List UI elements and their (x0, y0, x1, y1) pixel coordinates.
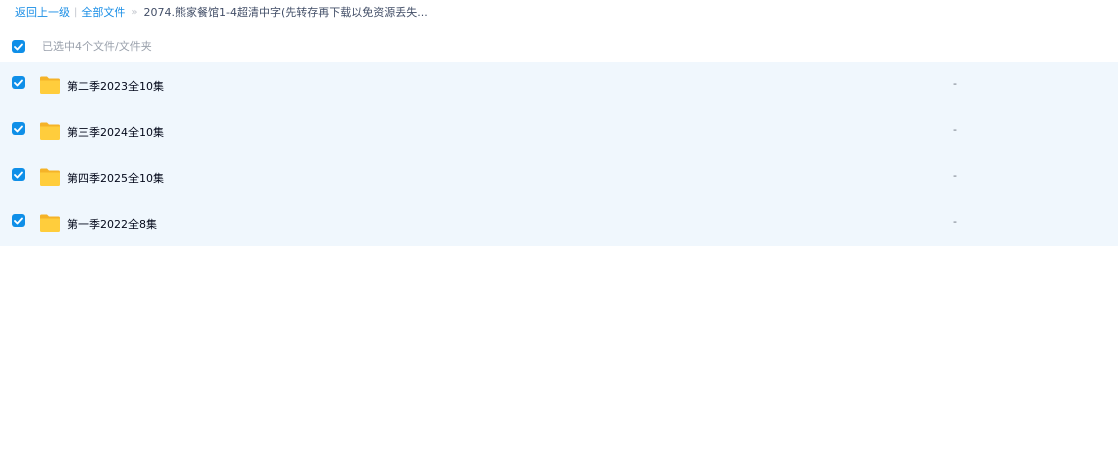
file-name[interactable]: 第三季2024全10集 (67, 124, 164, 140)
row-checkbox[interactable] (12, 122, 25, 135)
breadcrumb: 返回上一级 | 全部文件 » 2074.熊家餐馆1-4超清中字(先转存再下载以免… (0, 0, 428, 24)
back-link[interactable]: 返回上一级 (15, 4, 70, 20)
file-size: - (953, 169, 957, 182)
selection-bar: 已选中4个文件/文件夹 (0, 34, 1118, 58)
breadcrumb-arrow-icon: » (131, 6, 138, 18)
file-name[interactable]: 第一季2022全8集 (67, 216, 157, 232)
file-row[interactable]: 第四季2025全10集 - (0, 154, 1118, 200)
file-name[interactable]: 第四季2025全10集 (67, 170, 164, 186)
checkmark-icon (14, 79, 23, 86)
file-size: - (953, 77, 957, 90)
row-checkbox[interactable] (12, 168, 25, 181)
file-list: 第二季2023全10集 - 第三季2024全10集 - 第四季2025全10集 … (0, 62, 1118, 246)
row-checkbox[interactable] (12, 214, 25, 227)
file-row[interactable]: 第二季2023全10集 - (0, 62, 1118, 108)
select-all-checkbox[interactable] (12, 40, 25, 53)
file-size: - (953, 215, 957, 228)
file-size: - (953, 123, 957, 136)
file-row[interactable]: 第三季2024全10集 - (0, 108, 1118, 154)
all-files-link[interactable]: 全部文件 (81, 4, 125, 20)
folder-icon (40, 122, 60, 140)
checkmark-icon (14, 171, 23, 178)
file-row[interactable]: 第一季2022全8集 - (0, 200, 1118, 246)
checkmark-icon (14, 43, 23, 50)
row-checkbox[interactable] (12, 76, 25, 89)
folder-icon (40, 76, 60, 94)
folder-icon (40, 214, 60, 232)
breadcrumb-separator: | (74, 6, 78, 18)
file-name[interactable]: 第二季2023全10集 (67, 78, 164, 94)
selection-summary: 已选中4个文件/文件夹 (42, 40, 152, 53)
checkmark-icon (14, 217, 23, 224)
current-folder-title: 2074.熊家餐馆1-4超清中字(先转存再下载以免资源丢失... (143, 6, 428, 19)
folder-icon (40, 168, 60, 186)
checkmark-icon (14, 125, 23, 132)
